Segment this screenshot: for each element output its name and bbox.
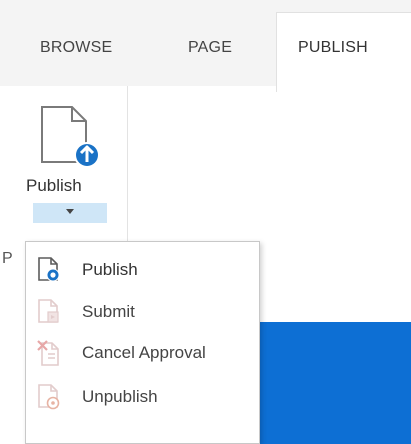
submit-document-icon: [38, 299, 59, 323]
tab-browse[interactable]: BROWSE: [40, 39, 112, 57]
chevron-down-icon: [66, 209, 74, 214]
menu-item-label: Cancel Approval: [82, 343, 206, 362]
unpublish-document-icon: [38, 384, 60, 410]
publish-dropdown-toggle[interactable]: [33, 203, 107, 223]
menu-item-cancel-approval[interactable]: Cancel Approval: [26, 332, 259, 374]
menu-item-submit[interactable]: Submit: [26, 291, 259, 333]
document-upload-icon[interactable]: [36, 104, 102, 174]
ribbon-group-label: P: [2, 250, 13, 267]
menu-item-label: Unpublish: [82, 387, 158, 406]
menu-item-label: Publish: [82, 260, 138, 279]
menu-item-label: Submit: [82, 302, 135, 321]
menu-item-unpublish[interactable]: Unpublish: [26, 376, 259, 418]
ribbon-tab-bar: BROWSE PAGE PUBLISH: [0, 0, 411, 92]
menu-item-publish[interactable]: Publish: [26, 249, 259, 291]
publish-button-label[interactable]: Publish: [26, 176, 82, 196]
cancel-approval-icon: [37, 340, 59, 366]
publish-dropdown-menu: Publish Submit Cancel Approval Unpublish: [25, 241, 260, 444]
tab-page[interactable]: PAGE: [188, 39, 232, 57]
tab-publish[interactable]: PUBLISH: [298, 39, 368, 57]
publish-document-icon: [38, 257, 60, 282]
